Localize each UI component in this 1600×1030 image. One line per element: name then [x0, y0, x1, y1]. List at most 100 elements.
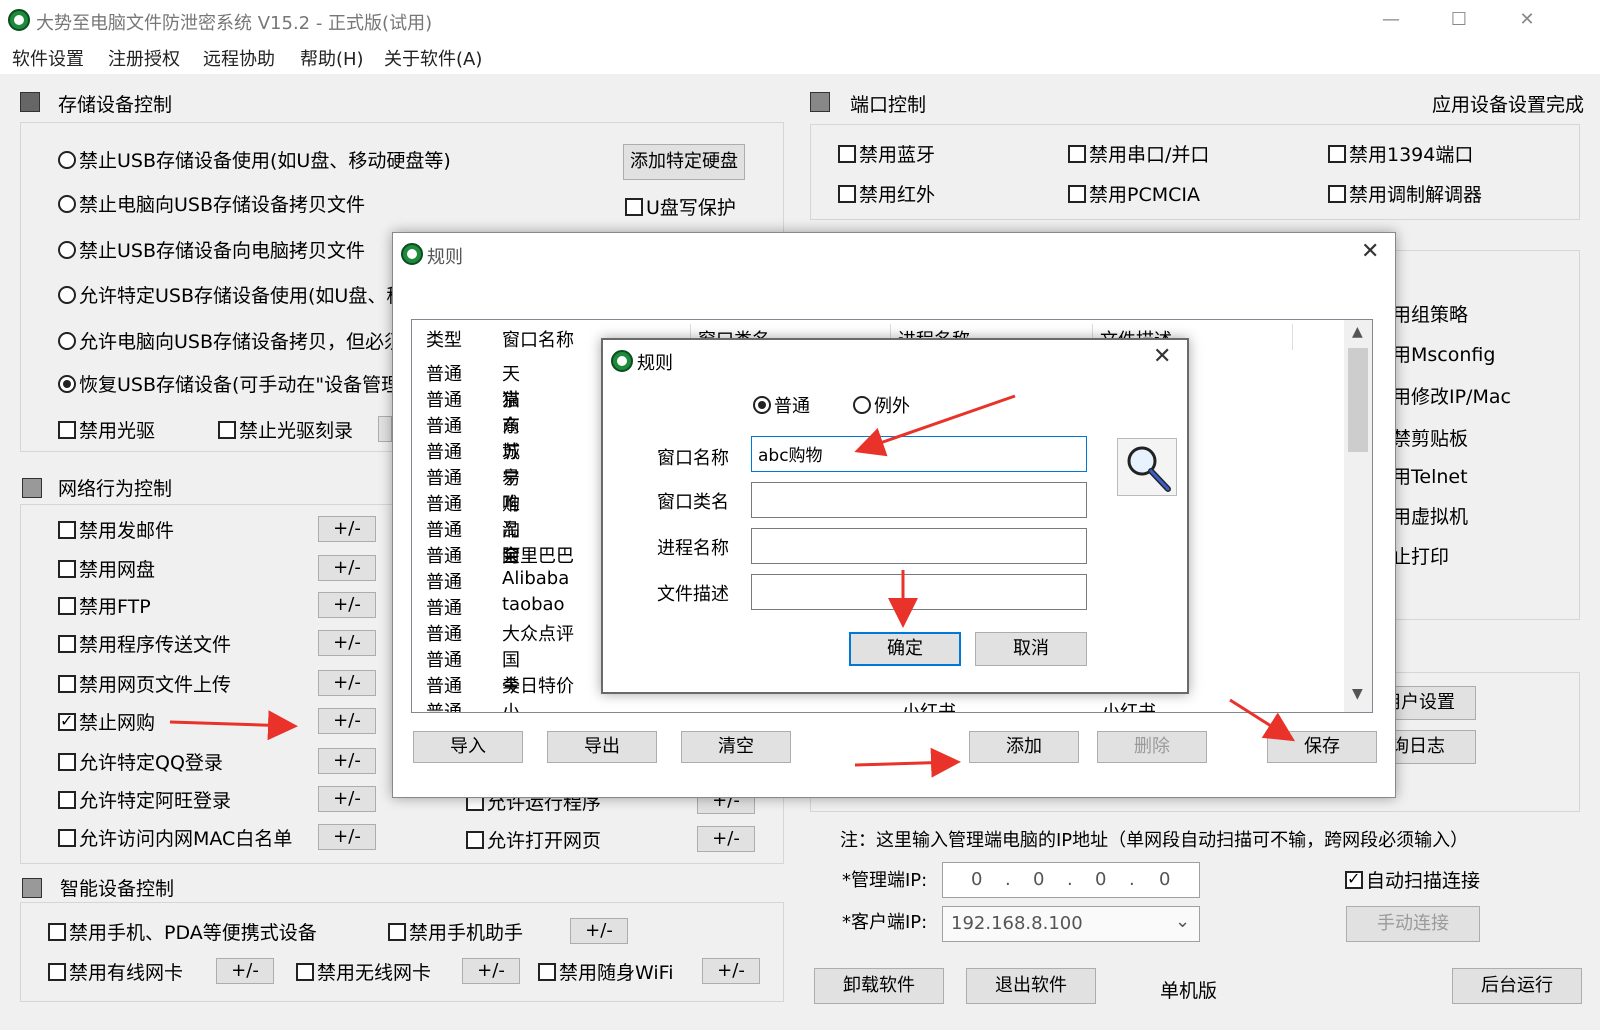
checkbox-icon[interactable] [1068, 144, 1086, 163]
disable-ftp-checkbox[interactable]: 禁用FTP [58, 592, 151, 619]
checkbox-icon[interactable] [538, 962, 556, 981]
checkbox-icon[interactable] [58, 420, 76, 439]
disable-1394-checkbox[interactable]: 禁用1394端口 [1328, 140, 1473, 167]
disable-web-upload-checkbox[interactable]: 禁用网页文件上传 [58, 670, 231, 697]
disable-mobile-checkbox[interactable]: 禁用手机、PDA等便携式设备 [48, 918, 317, 945]
table-row[interactable]: 普通 天猫 [426, 360, 520, 411]
minimize-button[interactable]: — [1368, 0, 1414, 40]
menu-about[interactable]: 关于软件(A) [384, 45, 482, 71]
menu-remote-assist[interactable]: 远程协助 [203, 45, 275, 71]
scroll-up-icon[interactable]: ▲ [1352, 324, 1363, 340]
close-icon[interactable]: ✕ [1153, 344, 1171, 369]
radio-selected-icon[interactable] [58, 374, 76, 393]
storage-option-1[interactable]: 禁止USB存储设备使用(如U盘、移动硬盘等) [58, 146, 451, 173]
window-picker-search-icon[interactable] [1117, 438, 1177, 496]
ok-button[interactable]: 确定 [849, 632, 961, 666]
checkbox-icon[interactable] [218, 420, 236, 439]
disable-infrared-checkbox[interactable]: 禁用红外 [838, 180, 935, 207]
vertical-scrollbar[interactable]: ▲ ▼ [1344, 320, 1372, 712]
import-button[interactable]: 导入 [413, 731, 523, 763]
allow-open-web-checkbox[interactable]: 允许打开网页 [466, 826, 601, 853]
checkbox-icon[interactable] [466, 830, 484, 849]
menu-help[interactable]: 帮助(H) [300, 45, 364, 71]
wireless-plusminus-button[interactable]: +/- [462, 958, 520, 984]
disable-wired-nic-checkbox[interactable]: 禁用有线网卡 [48, 958, 183, 985]
checkbox-icon[interactable] [1328, 144, 1346, 163]
checkbox-icon[interactable] [58, 520, 76, 539]
checkbox-icon[interactable] [58, 752, 76, 771]
wangwang-plusminus-button[interactable]: +/- [318, 786, 376, 812]
export-button[interactable]: 导出 [547, 731, 657, 763]
checkbox-checked-icon[interactable] [58, 711, 76, 731]
class-name-input[interactable] [751, 482, 1087, 518]
storage-option-4[interactable]: 允许特定USB存储设备使用(如U盘、移 [58, 281, 405, 308]
type-exception-radio[interactable]: 例外 [853, 392, 910, 418]
maximize-button[interactable]: ☐ [1436, 0, 1482, 40]
auto-scan-checkbox[interactable]: 自动扫描连接 [1345, 866, 1480, 893]
allow-qq-checkbox[interactable]: 允许特定QQ登录 [58, 748, 223, 775]
hidden-button-stub[interactable] [378, 416, 392, 442]
radio-icon[interactable] [58, 285, 76, 304]
column-header-type[interactable]: 类型 [426, 326, 462, 352]
scroll-down-icon[interactable]: ▼ [1352, 686, 1363, 702]
email-plusminus-button[interactable]: +/- [318, 516, 376, 542]
table-row[interactable]: 普通 苏宁 [426, 438, 520, 489]
disable-phone-assistant-checkbox[interactable]: 禁用手机助手 [388, 918, 523, 945]
upload-plusminus-button[interactable]: +/- [318, 670, 376, 696]
qq-plusminus-button[interactable]: +/- [318, 748, 376, 774]
save-rules-button[interactable]: 保存 [1267, 731, 1377, 763]
radio-icon[interactable] [58, 240, 76, 259]
table-row[interactable]: 普通 国美 [426, 646, 520, 697]
radio-icon[interactable] [853, 396, 871, 414]
exit-button[interactable]: 退出软件 [966, 968, 1096, 1004]
admin-ip-input[interactable]: 0 . 0 . 0 . 0 [942, 862, 1200, 898]
background-run-button[interactable]: 后台运行 [1452, 968, 1582, 1004]
table-row[interactable]: 普通 Alibaba [426, 568, 569, 594]
checkbox-icon[interactable] [388, 922, 406, 941]
checkbox-icon[interactable] [1328, 184, 1346, 203]
table-row[interactable]: 普通 京东 [426, 386, 520, 437]
table-row[interactable]: 普通 商城 [426, 412, 520, 463]
disable-modem-checkbox[interactable]: 禁用调制解调器 [1328, 180, 1482, 207]
table-row[interactable]: 普通 唯品会 [426, 490, 520, 567]
file-description-input[interactable] [751, 574, 1087, 610]
process-name-input[interactable] [751, 528, 1087, 564]
web-plusminus-button[interactable]: +/- [697, 826, 755, 852]
checkbox-icon[interactable] [625, 197, 643, 216]
storage-option-6[interactable]: 恢复USB存储设备(可手动在"设备管理 [58, 370, 400, 397]
table-row[interactable]: 普通 淘宝 [426, 516, 520, 567]
checkbox-icon[interactable] [838, 184, 856, 203]
client-ip-select[interactable]: 192.168.8.100 ⌄ [942, 906, 1200, 942]
menu-registration[interactable]: 注册授权 [108, 45, 180, 71]
table-row[interactable]: 普通 阿里巴巴 [426, 542, 574, 568]
checkbox-icon[interactable] [58, 828, 76, 847]
radio-icon[interactable] [58, 150, 76, 169]
disable-serial-checkbox[interactable]: 禁用串口/并口 [1068, 140, 1209, 167]
add-rule-button[interactable]: 添加 [969, 731, 1079, 763]
netdisk-plusminus-button[interactable]: +/- [318, 555, 376, 581]
delete-rule-button[interactable]: 删除 [1097, 731, 1207, 763]
disable-online-shopping-checkbox[interactable]: 禁止网购 [58, 708, 155, 735]
checkbox-icon[interactable] [58, 790, 76, 809]
table-row[interactable]: 普通 大众点评 [426, 620, 574, 646]
checkbox-checked-icon[interactable] [1345, 869, 1363, 889]
allow-mac-whitelist-checkbox[interactable]: 允许访问内网MAC白名单 [58, 824, 292, 851]
checkbox-icon[interactable] [58, 559, 76, 578]
checkbox-icon[interactable] [48, 962, 66, 981]
table-row[interactable]: 普通 今日特价 [426, 672, 574, 698]
close-icon[interactable]: ✕ [1361, 239, 1379, 264]
storage-option-2[interactable]: 禁止电脑向USB存储设备拷贝文件 [58, 190, 365, 217]
column-header-window-name[interactable]: 窗口名称 [502, 326, 574, 352]
disable-email-checkbox[interactable]: 禁用发邮件 [58, 516, 174, 543]
table-row[interactable]: 普通 taobao [426, 594, 565, 620]
radio-selected-icon[interactable] [753, 396, 771, 414]
allow-aliwangwang-checkbox[interactable]: 允许特定阿旺登录 [58, 786, 231, 813]
disable-program-transfer-checkbox[interactable]: 禁用程序传送文件 [58, 630, 231, 657]
checkbox-icon[interactable] [58, 634, 76, 653]
cancel-button[interactable]: 取消 [975, 632, 1087, 666]
wired-plusminus-button[interactable]: +/- [216, 958, 274, 984]
radio-icon[interactable] [58, 331, 76, 350]
disable-netdisk-checkbox[interactable]: 禁用网盘 [58, 555, 155, 582]
checkbox-icon[interactable] [1068, 184, 1086, 203]
ftp-plusminus-button[interactable]: +/- [318, 592, 376, 618]
